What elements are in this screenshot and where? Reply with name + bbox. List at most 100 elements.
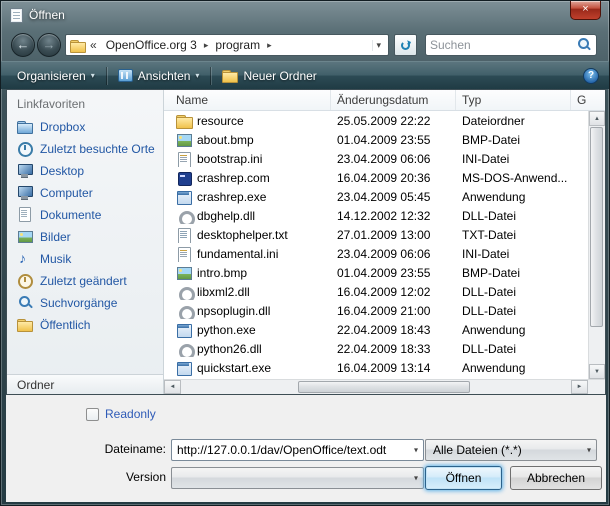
organize-button[interactable]: Organisieren ▾	[9, 65, 103, 87]
file-row[interactable]: crashrep.exe 23.04.2009 05:45 Anwendung	[164, 187, 588, 206]
file-row[interactable]: resource 25.05.2009 22:22 Dateiordner	[164, 111, 588, 130]
horizontal-scroll-thumb[interactable]	[298, 381, 470, 393]
favorites-list: Dropbox Zuletzt besuchte Orte Desktop	[7, 116, 163, 336]
sidebar-item[interactable]: Musik	[7, 248, 163, 270]
horizontal-scroll-track[interactable]	[181, 380, 571, 394]
back-button[interactable]: ←	[11, 33, 35, 57]
address-bar[interactable]: « OpenOffice.org 3 ▸ program ▸ ▾	[65, 34, 389, 56]
file-type: BMP-Datei	[456, 133, 571, 147]
folders-expander[interactable]: Ordner	[7, 374, 163, 394]
file-row[interactable]: fundamental.ini 23.04.2009 06:06 INI-Dat…	[164, 244, 588, 263]
sidebar-item[interactable]: Bilder	[7, 226, 163, 248]
new-folder-button[interactable]: Neuer Ordner	[214, 65, 324, 87]
file-type: Anwendung	[456, 361, 571, 375]
sidebar-item[interactable]: Dokumente	[7, 204, 163, 226]
file-icon	[176, 208, 192, 224]
filename-combo[interactable]: ▾	[171, 439, 424, 461]
search-box[interactable]	[425, 34, 597, 56]
file-type: BMP-Datei	[456, 266, 571, 280]
sidebar-item[interactable]: Öffentlich	[7, 314, 163, 336]
titlebar[interactable]: Öffnen ×	[1, 1, 609, 29]
command-toolbar: Organisieren ▾ Ansichten ▾ Neuer Ordner …	[1, 61, 609, 89]
vertical-scroll-thumb[interactable]	[590, 127, 603, 327]
refresh-button[interactable]	[394, 34, 417, 56]
scroll-down-button[interactable]: ▼	[589, 364, 605, 379]
file-row[interactable]: python.exe 22.04.2009 18:43 Anwendung	[164, 320, 588, 339]
file-row[interactable]: libxml2.dll 16.04.2009 12:02 DLL-Datei	[164, 282, 588, 301]
file-row[interactable]: crashrep.com 16.04.2009 20:36 MS-DOS-Anw…	[164, 168, 588, 187]
horizontal-scrollbar[interactable]: ◄ ►	[164, 379, 605, 394]
breadcrumb-item-openoffice[interactable]: OpenOffice.org 3	[101, 38, 202, 52]
chevron-down-icon: ▾	[195, 71, 199, 80]
address-history-dropdown-icon[interactable]: ▾	[372, 40, 384, 51]
sidebar-spacer	[7, 336, 163, 374]
sidebar-item[interactable]: Zuletzt geändert	[7, 270, 163, 292]
scroll-right-icon: ►	[577, 384, 583, 390]
scroll-left-button[interactable]: ◄	[164, 380, 181, 394]
file-row[interactable]: bootstrap.ini 23.04.2009 06:06 INI-Datei	[164, 149, 588, 168]
file-row[interactable]: about.bmp 01.04.2009 23:55 BMP-Datei	[164, 130, 588, 149]
new-folder-label: Neuer Ordner	[243, 69, 316, 83]
vertical-scroll-track[interactable]	[589, 126, 605, 364]
file-row[interactable]: npsoplugin.dll 16.04.2009 21:00 DLL-Date…	[164, 301, 588, 320]
column-header-name[interactable]: Name	[164, 90, 331, 110]
cancel-button[interactable]: Abbrechen	[510, 466, 602, 490]
readonly-row: Readonly	[86, 407, 156, 421]
sidebar-item[interactable]: Desktop	[7, 160, 163, 182]
readonly-label[interactable]: Readonly	[105, 407, 156, 421]
file-name-cell: bootstrap.ini	[164, 151, 331, 167]
refresh-icon	[401, 41, 410, 50]
close-button[interactable]: ×	[570, 1, 601, 20]
open-button[interactable]: Öffnen	[425, 466, 502, 490]
sidebar-item[interactable]: Dropbox	[7, 116, 163, 138]
favorites-sidebar: Linkfavoriten Dropbox Zuletzt besuchte O…	[7, 90, 164, 394]
filetype-select[interactable]: Alle Dateien (*.*) ▾	[425, 439, 597, 461]
dialog-footer: Readonly Dateiname: ▾ Alle Dateien (*.*)…	[6, 395, 606, 502]
scroll-right-button[interactable]: ►	[571, 380, 588, 394]
breadcrumb-item-program[interactable]: program	[210, 38, 265, 52]
file-icon	[176, 189, 192, 205]
version-select[interactable]: ▾	[171, 467, 424, 489]
file-date: 16.04.2009 21:00	[331, 304, 456, 318]
sidebar-item-label: Dokumente	[40, 208, 101, 222]
sidebar-item[interactable]: Zuletzt besuchte Orte	[7, 138, 163, 160]
file-rows: resource 25.05.2009 22:22 Dateiordner ab…	[164, 111, 588, 379]
file-date: 16.04.2009 20:36	[331, 171, 456, 185]
file-name: about.bmp	[197, 133, 254, 147]
breadcrumb-overflow-button[interactable]: «	[86, 38, 101, 52]
file-row[interactable]: python26.dll 22.04.2009 18:33 DLL-Datei	[164, 339, 588, 358]
help-icon: ?	[588, 70, 594, 81]
version-dropdown-icon: ▾	[414, 474, 418, 483]
file-row[interactable]: quickstart.exe 16.04.2009 13:14 Anwendun…	[164, 358, 588, 377]
vertical-scrollbar[interactable]: ▲ ▼	[588, 111, 605, 379]
search-icon[interactable]	[576, 37, 592, 53]
filename-dropdown-icon[interactable]: ▾	[414, 446, 418, 455]
breadcrumb-separator-icon[interactable]: ▸	[265, 40, 274, 51]
file-row[interactable]: dbghelp.dll 14.12.2002 12:32 DLL-Datei	[164, 206, 588, 225]
sidebar-item-label: Zuletzt besuchte Orte	[40, 142, 155, 156]
file-row[interactable]: intro.bmp 01.04.2009 23:55 BMP-Datei	[164, 263, 588, 282]
file-name: intro.bmp	[197, 266, 247, 280]
column-header-size[interactable]: G	[571, 90, 605, 110]
close-icon: ×	[582, 3, 588, 15]
help-button[interactable]: ?	[583, 68, 599, 84]
scrollbar-corner	[588, 380, 605, 394]
file-date: 23.04.2009 06:06	[331, 152, 456, 166]
column-header-type[interactable]: Typ	[456, 90, 571, 110]
sidebar-item[interactable]: Suchvorgänge	[7, 292, 163, 314]
sidebar-item[interactable]: Computer	[7, 182, 163, 204]
scroll-up-button[interactable]: ▲	[589, 111, 605, 126]
file-icon	[176, 303, 192, 319]
filename-input[interactable]	[172, 440, 423, 460]
views-button[interactable]: Ansichten ▾	[110, 65, 208, 87]
breadcrumb-separator-icon[interactable]: ▸	[202, 40, 211, 51]
column-header-date[interactable]: Änderungsdatum	[331, 90, 456, 110]
forward-button[interactable]: →	[37, 33, 61, 57]
readonly-checkbox[interactable]	[86, 408, 99, 421]
window-title: Öffnen	[29, 8, 65, 22]
search-input[interactable]	[430, 38, 576, 52]
file-name-cell: desktophelper.txt	[164, 227, 331, 243]
file-row[interactable]: desktophelper.txt 27.01.2009 13:00 TXT-D…	[164, 225, 588, 244]
sidebar-item-label: Suchvorgänge	[40, 296, 117, 310]
file-name: python26.dll	[197, 342, 262, 356]
